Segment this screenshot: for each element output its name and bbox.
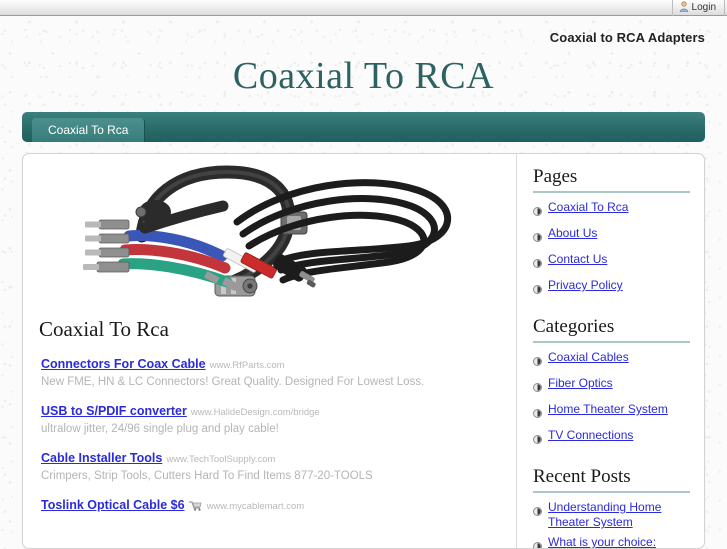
sidebar-link[interactable]: Fiber Optics	[548, 376, 613, 391]
sidebar-link[interactable]: Coaxial Cables	[548, 350, 629, 365]
sidebar-link[interactable]: About Us	[548, 226, 597, 241]
bullet-icon	[533, 431, 542, 449]
ad-link[interactable]: Connectors For Coax Cable	[41, 357, 206, 371]
ad-url: www.TechToolSupply.com	[166, 454, 275, 465]
sidebar-heading: Pages	[533, 166, 690, 193]
sidebar-block-categories: Categories Coaxial Cables Fiber Optics H…	[533, 316, 690, 449]
ad-item: Connectors For Coax Cable www.RfParts.com…	[41, 356, 502, 390]
sidebar-block-pages: Pages Coaxial To Rca About Us Contact Us…	[533, 166, 690, 299]
site-title[interactable]: Coaxial To RCA	[0, 54, 727, 98]
user-icon	[679, 0, 689, 17]
ad-item: Cable Installer Tools www.TechToolSupply.…	[41, 450, 502, 484]
bullet-icon	[533, 405, 542, 423]
bullet-icon	[533, 203, 542, 221]
site-tagline: Coaxial to RCA Adapters	[550, 30, 705, 45]
ad-link[interactable]: Cable Installer Tools	[41, 451, 162, 465]
site-header: Coaxial to RCA Adapters Coaxial To RCA	[0, 16, 727, 112]
bullet-icon	[533, 379, 542, 397]
ad-heading: USB to S/PDIF converter www.HalideDesign.…	[41, 403, 502, 420]
content-card: Coaxial To Rca Connectors For Coax Cable…	[22, 153, 705, 549]
sidebar-link[interactable]: Contact Us	[548, 252, 607, 267]
list-item[interactable]: Home Theater System	[533, 402, 690, 423]
nav-tab-label: Coaxial To Rca	[48, 123, 128, 137]
bullet-icon	[533, 503, 542, 521]
ad-url: www.RfParts.com	[210, 360, 285, 371]
ad-url: www.HalideDesign.com/bridge	[191, 407, 320, 418]
sidebar-link[interactable]: What is your choice:	[548, 535, 656, 549]
ad-item: Toslink Optical Cable $6 www.mycablemart.…	[41, 497, 502, 514]
list-item[interactable]: About Us	[533, 226, 690, 247]
bullet-icon	[533, 538, 542, 549]
shopping-cart-icon	[189, 498, 203, 515]
sidebar-heading: Categories	[533, 316, 690, 343]
sidebar-list: Coaxial To Rca About Us Contact Us Priva…	[533, 200, 690, 299]
list-item[interactable]: Coaxial To Rca	[533, 200, 690, 221]
ad-heading: Toslink Optical Cable $6 www.mycablemart.…	[41, 497, 502, 514]
ad-heading: Connectors For Coax Cable www.RfParts.com	[41, 356, 502, 373]
ad-item: USB to S/PDIF converter www.HalideDesign.…	[41, 403, 502, 437]
ad-url: www.mycablemart.com	[207, 501, 305, 512]
sidebar-list: Coaxial Cables Fiber Optics Home Theater…	[533, 350, 690, 449]
sidebar-link[interactable]: Home Theater System	[548, 402, 668, 417]
product-image	[37, 164, 503, 309]
list-item[interactable]: Fiber Optics	[533, 376, 690, 397]
sidebar-block-recent-posts: Recent Posts Understanding Home Theater …	[533, 466, 690, 549]
list-item[interactable]: TV Connections	[533, 428, 690, 449]
sidebar: Pages Coaxial To Rca About Us Contact Us…	[517, 154, 704, 548]
sidebar-link[interactable]: Understanding Home Theater System	[548, 500, 690, 530]
bullet-icon	[533, 353, 542, 371]
bullet-icon	[533, 229, 542, 247]
sidebar-link[interactable]: Coaxial To Rca	[548, 200, 628, 215]
login-label: Login	[692, 0, 716, 16]
login-button[interactable]: Login	[672, 0, 725, 16]
sidebar-link[interactable]: Privacy Policy	[548, 278, 623, 293]
ad-heading: Cable Installer Tools www.TechToolSupply.…	[41, 450, 502, 467]
nav-tab-coaxial-to-rca[interactable]: Coaxial To Rca	[32, 118, 145, 142]
main-navigation: Coaxial To Rca	[22, 112, 705, 142]
list-item[interactable]: Coaxial Cables	[533, 350, 690, 371]
ads-list: Connectors For Coax Cable www.RfParts.com…	[41, 356, 502, 514]
list-item[interactable]: Contact Us	[533, 252, 690, 273]
post-title: Coaxial To Rca	[39, 317, 502, 342]
sidebar-list: Understanding Home Theater System What i…	[533, 500, 690, 549]
sidebar-link[interactable]: TV Connections	[548, 428, 633, 443]
ad-link[interactable]: USB to S/PDIF converter	[41, 404, 187, 418]
top-bar: Login	[0, 0, 727, 16]
main-content-column: Coaxial To Rca Connectors For Coax Cable…	[23, 154, 517, 548]
list-item[interactable]: Understanding Home Theater System	[533, 500, 690, 530]
list-item[interactable]: Privacy Policy	[533, 278, 690, 299]
ad-description: New FME, HN & LC Connectors! Great Quali…	[41, 375, 502, 390]
list-item[interactable]: What is your choice:	[533, 535, 690, 549]
sidebar-heading: Recent Posts	[533, 466, 690, 493]
bullet-icon	[533, 281, 542, 299]
bullet-icon	[533, 255, 542, 273]
ad-description: Crimpers, Strip Tools, Cutters Hard To F…	[41, 469, 502, 484]
ad-description: ultralow jitter, 24/96 single plug and p…	[41, 422, 502, 437]
ad-link[interactable]: Toslink Optical Cable $6	[41, 498, 185, 512]
